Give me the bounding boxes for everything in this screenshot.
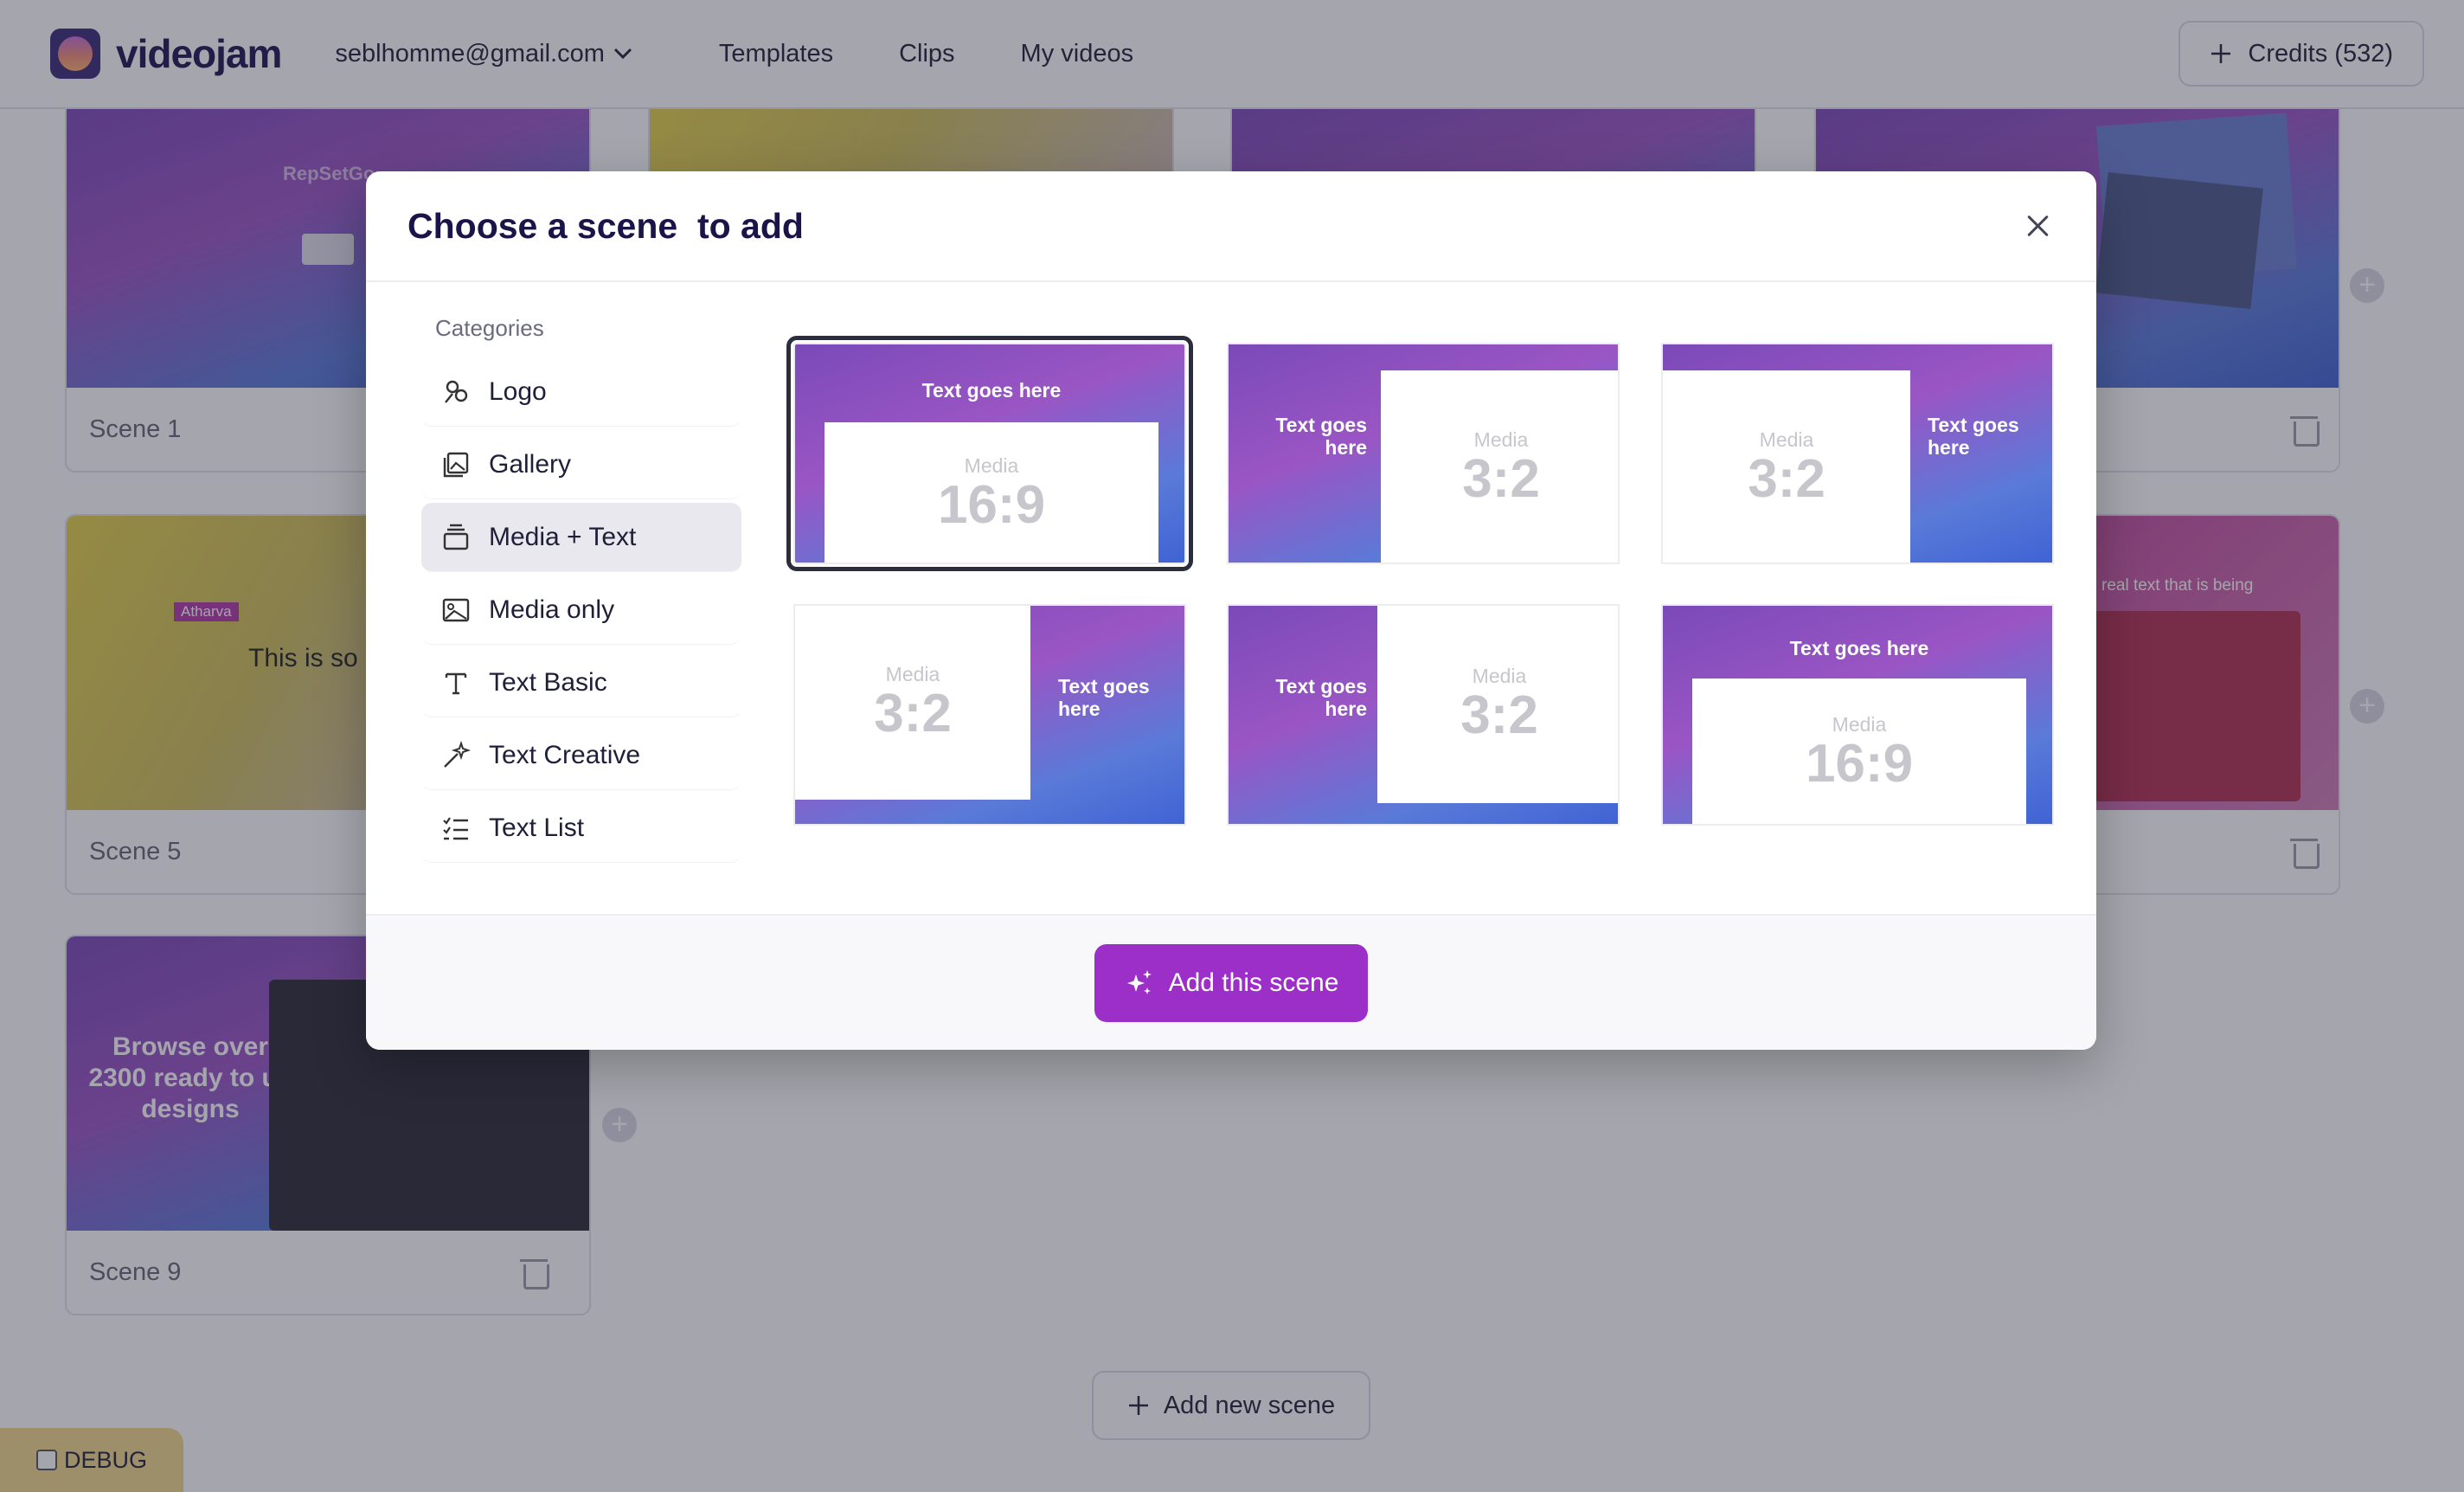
category-text-creative[interactable]: Text Creative <box>421 721 741 790</box>
categories-heading: Categories <box>435 315 544 341</box>
scene-template-tile[interactable]: Text goes here Media 3:2 <box>1227 343 1620 564</box>
category-gallery[interactable]: Gallery <box>421 430 741 499</box>
tile-media-placeholder: Media 3:2 <box>1663 370 1910 563</box>
tile-text: Text goes here <box>921 379 1062 402</box>
tile-media-label: Media <box>1473 428 1529 451</box>
category-label: Media only <box>489 595 615 624</box>
tile-media-label: Media <box>964 454 1019 477</box>
dialog-title: Choose a scene to add <box>407 205 804 246</box>
tile-ratio-label: 3:2 <box>1748 449 1826 509</box>
tile-media-placeholder: Media 16:9 <box>1692 678 2026 824</box>
tile-media-label: Media <box>1759 428 1814 451</box>
wand-icon <box>444 740 472 768</box>
tile-ratio-label: 3:2 <box>1460 685 1538 745</box>
tile-text: Text goes here <box>1789 637 1929 659</box>
scene-template-tile[interactable]: Media 3:2 Text goes here <box>793 604 1186 826</box>
category-label: Text List <box>489 813 585 842</box>
tile-ratio-label: 3:2 <box>1462 449 1540 509</box>
gallery-icon <box>443 452 469 477</box>
tile-media-placeholder: Media 3:2 <box>1381 370 1618 563</box>
scene-template-tile[interactable]: Media 3:2 Text goes here <box>1661 343 2054 564</box>
text-icon <box>445 672 467 694</box>
tile-text: Text goes here <box>1275 414 1367 459</box>
category-label: Text Creative <box>489 740 641 769</box>
scene-template-tile[interactable]: Text goes here Media 3:2 <box>1227 604 1620 826</box>
tile-media-placeholder: Media 16:9 <box>825 422 1158 563</box>
media-text-icon <box>443 524 469 550</box>
scene-template-tile[interactable]: Text goes here Media 16:9 <box>786 336 1193 571</box>
tile-text: Text goes here <box>1928 414 2019 459</box>
tile-media-label: Media <box>1832 713 1887 736</box>
logo-icon <box>445 380 468 403</box>
tile-media-label: Media <box>1472 665 1527 687</box>
category-label: Logo <box>489 376 547 406</box>
category-media-text[interactable]: Media + Text <box>421 503 741 572</box>
tile-media-placeholder: Media 3:2 <box>1377 606 1618 803</box>
image-icon <box>442 598 470 621</box>
add-this-scene-button[interactable]: Add this scene <box>1094 943 1369 1022</box>
tile-media-placeholder: Media 3:2 <box>795 606 1030 800</box>
tile-text: Text goes here <box>1275 675 1367 720</box>
tile-text: Text goes here <box>1058 675 1150 720</box>
category-list: Categories Logo Gallery Media + Text Med… <box>421 315 741 866</box>
category-media-only[interactable]: Media only <box>421 576 741 645</box>
category-label: Gallery <box>489 449 572 479</box>
category-text-basic[interactable]: Text Basic <box>421 648 741 717</box>
tile-ratio-label: 16:9 <box>937 475 1046 535</box>
add-this-scene-label: Add this scene <box>1168 968 1339 997</box>
category-label: Media + Text <box>489 522 637 551</box>
scene-template-tile[interactable]: Text goes here Media 16:9 <box>1661 604 2054 826</box>
tile-ratio-label: 16:9 <box>1805 734 1914 794</box>
sparkles-icon <box>1126 969 1152 994</box>
close-icon[interactable] <box>2020 209 2055 243</box>
category-label: Text Basic <box>489 667 607 697</box>
list-icon <box>443 816 468 839</box>
category-logo[interactable]: Logo <box>421 357 741 427</box>
tile-media-label: Media <box>885 663 940 685</box>
choose-scene-dialog: Choose a scene to add Categories Logo Ga… <box>366 171 2096 1050</box>
tile-ratio-label: 3:2 <box>874 684 952 743</box>
category-text-list[interactable]: Text List <box>421 794 741 863</box>
